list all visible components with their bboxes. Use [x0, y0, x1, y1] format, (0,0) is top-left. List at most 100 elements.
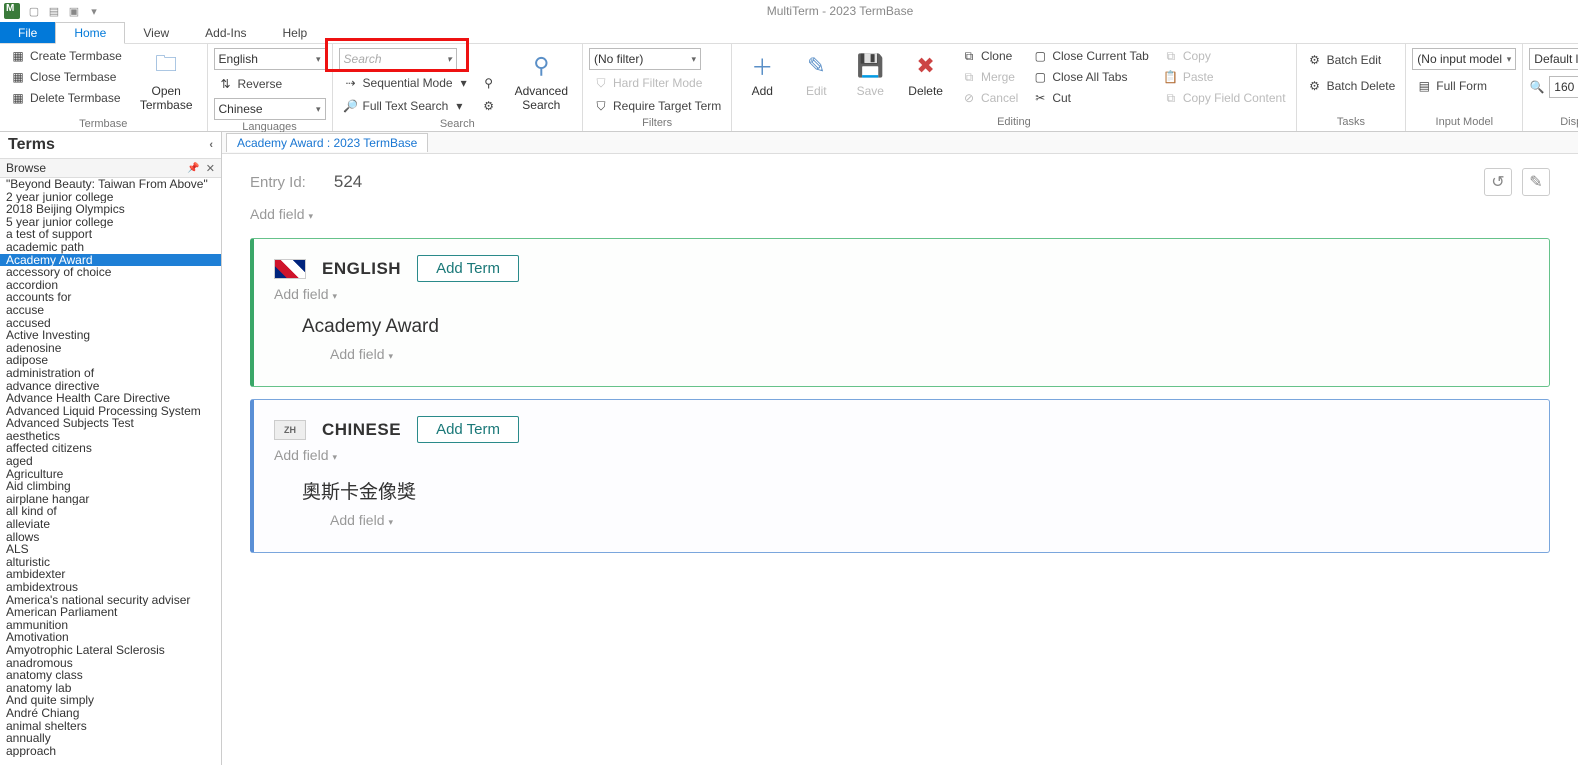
filter-combo[interactable]: (No filter)▾ [589, 48, 701, 70]
search-exec-button[interactable]: ⚲ [477, 73, 501, 93]
target-language-combo[interactable]: Chinese▾ [214, 98, 326, 120]
term-list-item[interactable]: advance directive [0, 380, 221, 393]
edit-entry-button[interactable]: ✎ [1522, 168, 1550, 196]
term-list-item[interactable]: Academy Award [0, 254, 221, 267]
term-list-item[interactable]: animal shelters [0, 720, 221, 733]
tab-file[interactable]: File [0, 22, 55, 43]
term-list-item[interactable]: American Parliament [0, 606, 221, 619]
edit-button[interactable]: ✎Edit [792, 46, 840, 102]
history-button[interactable]: ↺ [1484, 168, 1512, 196]
term-list-item[interactable]: Agriculture [0, 468, 221, 481]
full-form-button[interactable]: ▤Full Form [1412, 76, 1516, 96]
term-list-item[interactable]: "Beyond Beauty: Taiwan From Above" [0, 178, 221, 191]
term-list[interactable]: "Beyond Beauty: Taiwan From Above"2 year… [0, 178, 221, 765]
tab-addins[interactable]: Add-Ins [187, 22, 264, 43]
term-list-item[interactable]: Advanced Liquid Processing System [0, 405, 221, 418]
sequential-mode-button[interactable]: ⇢Sequential Mode▾ [339, 73, 471, 93]
batch-edit-button[interactable]: ⚙Batch Edit [1303, 50, 1400, 70]
qat-save-icon[interactable]: ▤ [46, 3, 62, 19]
qat-dropdown-icon[interactable]: ▾ [86, 3, 102, 19]
term-list-item[interactable]: ambidextrous [0, 581, 221, 594]
term-list-item[interactable]: aged [0, 455, 221, 468]
term-list-item[interactable]: 5 year junior college [0, 216, 221, 229]
entry-tab[interactable]: Academy Award : 2023 TermBase [226, 133, 428, 152]
term-list-item[interactable]: administration of [0, 367, 221, 380]
copy-button[interactable]: ⧉Copy [1159, 46, 1290, 66]
create-termbase-button[interactable]: ▦Create Termbase [6, 46, 126, 66]
term-list-item[interactable]: affected citizens [0, 442, 221, 455]
search-settings-button[interactable]: ⚙ [477, 96, 501, 116]
add-field-chinese[interactable]: Add field▾ [274, 443, 1529, 467]
qat-new-icon[interactable]: ▢ [26, 3, 42, 19]
term-list-item[interactable]: aesthetics [0, 430, 221, 443]
delete-termbase-button[interactable]: ▦Delete Termbase [6, 88, 126, 108]
reverse-languages-button[interactable]: ⇅Reverse [214, 74, 326, 94]
term-list-item[interactable]: And quite simply [0, 694, 221, 707]
term-list-item[interactable]: accused [0, 317, 221, 330]
add-field-english-term[interactable]: Add field▾ [330, 342, 1529, 366]
collapse-panel-icon[interactable]: ‹ [209, 139, 213, 151]
search-input[interactable]: Search▾ [339, 48, 457, 70]
term-list-item[interactable]: ammunition [0, 619, 221, 632]
save-button[interactable]: 💾Save [846, 46, 894, 102]
open-termbase-button[interactable]: 🗀 Open Termbase [132, 46, 201, 117]
term-list-item[interactable]: America's national security adviser [0, 594, 221, 607]
pin-icon[interactable]: 📌 [187, 163, 199, 174]
term-list-item[interactable]: alturistic [0, 556, 221, 569]
term-list-item[interactable]: Advance Health Care Directive [0, 392, 221, 405]
clone-button[interactable]: ⧉Clone [957, 46, 1022, 66]
term-list-item[interactable]: Active Investing [0, 329, 221, 342]
term-list-item[interactable]: all kind of [0, 505, 221, 518]
zoom-combo[interactable]: 160▾ [1549, 76, 1578, 98]
qat-copy-icon[interactable]: ▣ [66, 3, 82, 19]
hard-filter-button[interactable]: ⛉Hard Filter Mode [589, 73, 725, 93]
term-list-item[interactable]: ambidexter [0, 568, 221, 581]
close-panel-icon[interactable]: ✕ [206, 162, 215, 175]
add-button[interactable]: ＋Add [738, 46, 786, 102]
term-list-item[interactable]: airplane hangar [0, 493, 221, 506]
advanced-search-button[interactable]: ⚲ Advanced Search [507, 46, 576, 117]
add-english-term-button[interactable]: Add Term [417, 255, 519, 282]
batch-delete-button[interactable]: ⚙Batch Delete [1303, 76, 1400, 96]
term-list-item[interactable]: André Chiang [0, 707, 221, 720]
term-list-item[interactable]: academic path [0, 241, 221, 254]
layout-combo[interactable]: Default layout▾ [1529, 48, 1578, 70]
close-all-tabs-button[interactable]: ▢Close All Tabs [1028, 67, 1153, 87]
tab-home[interactable]: Home [55, 22, 125, 44]
copy-field-button[interactable]: ⧉Copy Field Content [1159, 88, 1290, 108]
term-list-item[interactable]: Amotivation [0, 631, 221, 644]
tab-help[interactable]: Help [265, 22, 326, 43]
term-list-item[interactable]: anatomy class [0, 669, 221, 682]
term-list-item[interactable]: ALS [0, 543, 221, 556]
term-list-item[interactable]: annually [0, 732, 221, 745]
tab-view[interactable]: View [125, 22, 187, 43]
cut-button[interactable]: ✂Cut [1028, 88, 1153, 108]
add-field-chinese-term[interactable]: Add field▾ [330, 508, 1529, 532]
term-list-item[interactable]: approach [0, 745, 221, 758]
term-list-item[interactable]: alleviate [0, 518, 221, 531]
term-list-item[interactable]: accessory of choice [0, 266, 221, 279]
term-list-item[interactable]: allows [0, 531, 221, 544]
close-termbase-button[interactable]: ▦Close Termbase [6, 67, 126, 87]
fulltext-search-button[interactable]: 🔎Full Text Search▾ [339, 96, 471, 116]
add-chinese-term-button[interactable]: Add Term [417, 416, 519, 443]
add-field-entry[interactable]: Add field▾ [250, 202, 1578, 226]
cancel-button[interactable]: ⊘Cancel [957, 88, 1022, 108]
term-list-item[interactable]: anadromous [0, 657, 221, 670]
require-target-button[interactable]: ⛉Require Target Term [589, 96, 725, 116]
paste-button[interactable]: 📋Paste [1159, 67, 1290, 87]
term-list-item[interactable]: Amyotrophic Lateral Sclerosis [0, 644, 221, 657]
term-list-item[interactable]: 2018 Beijing Olympics [0, 203, 221, 216]
term-list-item[interactable]: adenosine [0, 342, 221, 355]
delete-entry-button[interactable]: ✖Delete [900, 46, 951, 102]
source-language-combo[interactable]: English▾ [214, 48, 326, 70]
term-list-item[interactable]: a test of support [0, 228, 221, 241]
term-list-item[interactable]: accounts for [0, 291, 221, 304]
term-list-item[interactable]: anatomy lab [0, 682, 221, 695]
merge-button[interactable]: ⧉Merge [957, 67, 1022, 87]
close-current-tab-button[interactable]: ▢Close Current Tab [1028, 46, 1153, 66]
term-list-item[interactable]: 2 year junior college [0, 191, 221, 204]
term-list-item[interactable]: adipose [0, 354, 221, 367]
term-list-item[interactable]: accuse [0, 304, 221, 317]
input-model-combo[interactable]: (No input model▾ [1412, 48, 1516, 70]
